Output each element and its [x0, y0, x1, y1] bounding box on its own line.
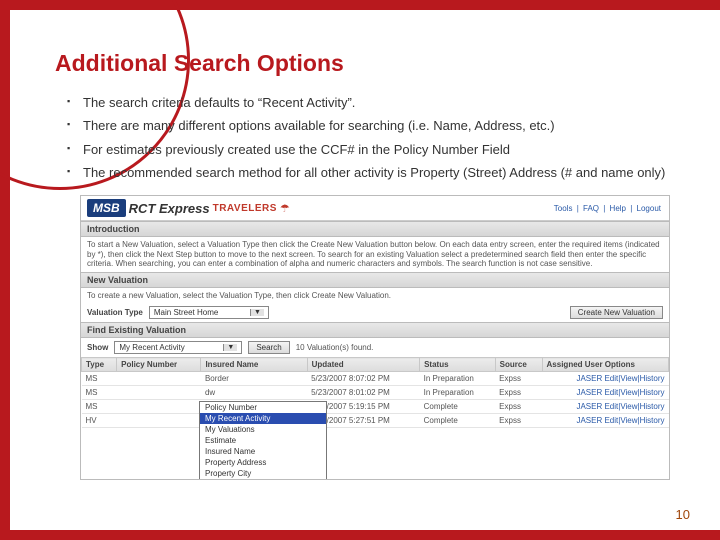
- valuation-type-value: Main Street Home: [154, 308, 218, 317]
- dropdown-option[interactable]: Estimate: [200, 435, 326, 446]
- slide-title: Additional Search Options: [55, 50, 685, 77]
- result-count: 10 Valuation(s) found.: [296, 343, 374, 352]
- row-actions[interactable]: JASER Edit|View|History: [542, 386, 668, 400]
- table-row: HV payne custom payne 5/22/2007 5:27:51 …: [82, 414, 669, 428]
- brand-rct-label: RCT Express: [129, 201, 210, 216]
- show-select[interactable]: My Recent Activity ▼: [114, 341, 242, 354]
- brand-msb-logo: MSB: [87, 199, 126, 217]
- table-row: MS dw 5/23/2007 8:01:02 PM In Preparatio…: [82, 386, 669, 400]
- dropdown-option[interactable]: Property City: [200, 468, 326, 479]
- dropdown-option[interactable]: Policy Number: [200, 402, 326, 413]
- brand-travelers-label: TRAVELERS: [213, 203, 277, 214]
- results-table: Type Policy Number Insured Name Updated …: [81, 357, 669, 428]
- link-tools[interactable]: Tools: [554, 204, 573, 213]
- intro-text: To start a New Valuation, select a Valua…: [81, 237, 669, 272]
- col-status[interactable]: Status: [420, 358, 496, 372]
- link-faq[interactable]: FAQ: [583, 204, 599, 213]
- dropdown-option-selected[interactable]: My Recent Activity: [200, 413, 326, 424]
- search-button[interactable]: Search: [248, 341, 289, 354]
- dropdown-option[interactable]: Property Address: [200, 457, 326, 468]
- app-screenshot: MSB RCT Express TRAVELERS ☂ Tools | FAQ …: [80, 195, 670, 480]
- chevron-down-icon: ▼: [250, 309, 264, 316]
- link-help[interactable]: Help: [610, 204, 626, 213]
- col-type[interactable]: Type: [82, 358, 117, 372]
- col-updated[interactable]: Updated: [307, 358, 420, 372]
- top-links: Tools | FAQ | Help | Logout: [552, 204, 663, 213]
- section-new-valuation: New Valuation: [81, 272, 669, 288]
- col-policy[interactable]: Policy Number: [117, 358, 201, 372]
- page-number: 10: [676, 507, 690, 522]
- row-actions[interactable]: JASER Edit|View|History: [542, 400, 668, 414]
- valuation-type-label: Valuation Type: [87, 308, 143, 317]
- umbrella-icon: ☂: [280, 202, 290, 215]
- col-source[interactable]: Source: [495, 358, 542, 372]
- bullet-item: The search criteria defaults to “Recent …: [67, 95, 685, 111]
- dropdown-option[interactable]: My Valuations: [200, 424, 326, 435]
- create-new-valuation-button[interactable]: Create New Valuation: [570, 306, 663, 319]
- row-actions[interactable]: JASER Edit|View|History: [542, 414, 668, 428]
- col-name[interactable]: Insured Name: [201, 358, 307, 372]
- show-dropdown-popup[interactable]: Policy Number My Recent Activity My Valu…: [199, 401, 327, 480]
- show-label: Show: [87, 343, 108, 352]
- bullet-item: There are many different options availab…: [67, 118, 685, 134]
- chevron-down-icon: ▼: [223, 344, 237, 351]
- col-options[interactable]: Assigned User Options: [542, 358, 668, 372]
- table-row: MS dw heads 111 5/23/2007 5:19:15 PM Com…: [82, 400, 669, 414]
- bullet-item: For estimates previously created use the…: [67, 142, 685, 158]
- section-introduction: Introduction: [81, 221, 669, 237]
- table-row: MS Border 5/23/2007 8:07:02 PM In Prepar…: [82, 372, 669, 386]
- bullet-list: The search criteria defaults to “Recent …: [55, 95, 685, 181]
- row-actions[interactable]: JASER Edit|View|History: [542, 372, 668, 386]
- bullet-item: The recommended search method for all ot…: [67, 165, 685, 181]
- dropdown-option[interactable]: Property State/Province: [200, 479, 326, 480]
- newval-text: To create a new Valuation, select the Va…: [81, 288, 669, 304]
- dropdown-option[interactable]: Insured Name: [200, 446, 326, 457]
- show-value: My Recent Activity: [119, 343, 184, 352]
- valuation-type-select[interactable]: Main Street Home ▼: [149, 306, 269, 319]
- link-logout[interactable]: Logout: [637, 204, 661, 213]
- section-find-existing: Find Existing Valuation: [81, 322, 669, 338]
